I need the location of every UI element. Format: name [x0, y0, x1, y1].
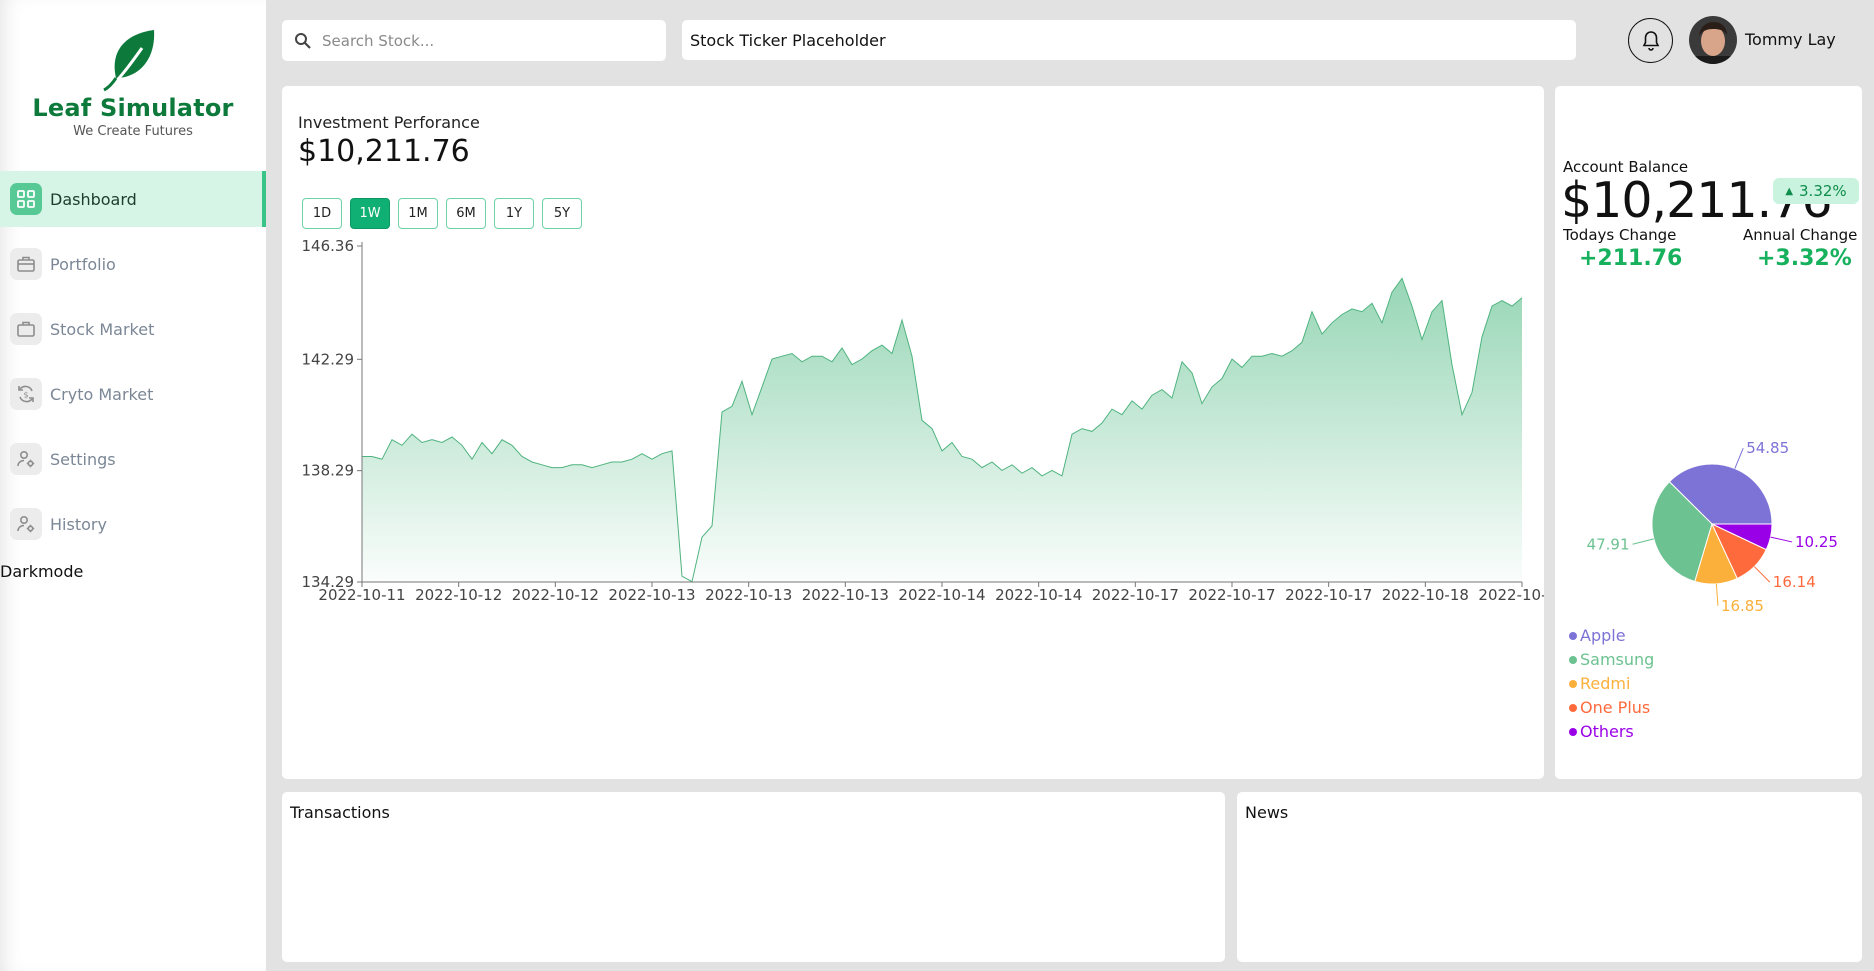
legend-dot [1569, 680, 1577, 688]
pie-leader-line [1734, 447, 1744, 469]
pie-value-label: 16.14 [1773, 573, 1816, 591]
sidebar-item-label: History [50, 514, 107, 534]
user-gear-icon [10, 508, 42, 540]
pie-legend: Apple Samsung Redmi One Plus Others [1569, 624, 1654, 744]
pie-value-label: 47.91 [1587, 535, 1630, 553]
notifications-button[interactable] [1628, 18, 1673, 63]
badge-text: 3.32% [1799, 182, 1847, 200]
investment-performance-card: Investment Perforance $10,211.76 1D 1W 1… [282, 86, 1544, 779]
sidebar-item-label: Portfolio [50, 254, 116, 274]
legend-item: Redmi [1569, 672, 1654, 696]
stock-ticker: Stock Ticker Placeholder [682, 20, 1576, 60]
sidebar-nav: Dashboard Portfolio Stock Market $ Cryto… [0, 171, 266, 561]
legend-label: Others [1580, 722, 1634, 741]
sidebar-item-stock-market[interactable]: Stock Market [0, 301, 266, 357]
x-tick-label: 2022-10-13 [608, 586, 695, 604]
pie-leader-line [1753, 566, 1771, 583]
x-tick-label: 2022-10-18 [1478, 586, 1544, 604]
legend-dot [1569, 704, 1577, 712]
x-tick-label: 2022-10-13 [802, 586, 889, 604]
performance-area-chart: 146.36142.29138.29134.292022-10-11 2022-1… [302, 237, 1545, 604]
grid-icon [10, 183, 42, 215]
sidebar-item-history[interactable]: History [0, 496, 266, 552]
user-name[interactable]: Tommy Lay [1745, 30, 1836, 49]
brand-title: Leaf Simulator [32, 94, 234, 122]
legend-label: Samsung [1580, 650, 1655, 669]
transactions-card: Transactions [282, 792, 1225, 962]
x-tick-label: 2022-10-17 [1092, 586, 1179, 604]
bag-icon [10, 313, 42, 345]
y-tick-label: 142.29 [302, 350, 355, 368]
portfolio-pie-chart: 54.85 47.91 16.85 16.14 10.25 [1587, 439, 1838, 615]
today-change-label: Todays Change [1563, 226, 1677, 244]
x-tick-label: 2022-10-14 [898, 586, 985, 604]
annual-change-label: Annual Change [1743, 226, 1858, 244]
sidebar-item-dashboard[interactable]: Dashboard [0, 171, 266, 227]
briefcase-icon [10, 248, 42, 280]
darkmode-toggle[interactable]: Darkmode [0, 562, 83, 581]
legend-dot [1569, 728, 1577, 736]
exchange-icon: $ [10, 378, 42, 410]
user-gear-icon [10, 443, 42, 475]
balance-change-badge: ▲ 3.32% [1773, 178, 1859, 204]
account-balance-card: Account Balance $10,211.76 ▲ 3.32% Today… [1555, 86, 1862, 779]
legend-label: One Plus [1580, 698, 1651, 717]
x-tick-label: 2022-10-11 [318, 586, 405, 604]
user-photo [1689, 16, 1737, 64]
leaf-icon [103, 30, 155, 92]
pie-leader-line [1715, 583, 1719, 606]
y-tick-label: 146.36 [302, 237, 355, 255]
search-bar[interactable] [282, 20, 666, 61]
avatar[interactable] [1689, 16, 1737, 64]
legend-item: Others [1569, 720, 1654, 744]
sidebar-item-label: Stock Market [50, 319, 155, 339]
today-change-value: +211.76 [1579, 246, 1683, 271]
transactions-title: Transactions [290, 803, 390, 822]
pie-value-label: 10.25 [1795, 533, 1838, 551]
legend-label: Apple [1580, 626, 1626, 645]
legend-item: Samsung [1569, 648, 1654, 672]
legend-item: One Plus [1569, 696, 1654, 720]
brand-subtitle: We Create Futures [73, 124, 193, 139]
sidebar-item-label: Cryto Market [50, 384, 154, 404]
brand-logo[interactable]: Leaf Simulator We Create Futures [0, 28, 266, 139]
sidebar-item-label: Dashboard [50, 189, 137, 209]
sidebar-item-cryto-market[interactable]: $ Cryto Market [0, 366, 266, 422]
news-title: News [1245, 803, 1289, 822]
pie-leader-line [1770, 536, 1793, 543]
x-tick-label: 2022-10-13 [705, 586, 792, 604]
area-fill [362, 278, 1522, 582]
sidebar-item-label: Settings [50, 449, 116, 469]
caret-up-icon: ▲ [1785, 185, 1794, 197]
sidebar-item-portfolio[interactable]: Portfolio [0, 236, 266, 292]
x-tick-label: 2022-10-12 [415, 586, 502, 604]
x-tick-label: 2022-10-12 [512, 586, 599, 604]
annual-change-value: +3.32% [1757, 246, 1852, 271]
x-tick-label: 2022-10-17 [1285, 586, 1372, 604]
legend-dot [1569, 656, 1577, 664]
y-tick-label: 138.29 [302, 462, 355, 480]
sidebar: Leaf Simulator We Create Futures Dashboa… [0, 0, 266, 971]
legend-dot [1569, 632, 1577, 640]
sidebar-item-settings[interactable]: Settings [0, 431, 266, 487]
legend-label: Redmi [1580, 674, 1631, 693]
bell-icon [1642, 30, 1659, 51]
x-tick-label: 2022-10-17 [1188, 586, 1275, 604]
x-tick-label: 2022-10-14 [995, 586, 1082, 604]
pie-value-label: 16.85 [1721, 597, 1764, 615]
x-tick-label: 2022-10-18 [1382, 586, 1469, 604]
legend-item: Apple [1569, 624, 1654, 648]
svg-text:$: $ [24, 391, 29, 400]
pie-value-label: 54.85 [1746, 439, 1789, 457]
search-input[interactable] [322, 31, 642, 50]
pie-leader-line [1632, 538, 1654, 545]
search-icon [295, 32, 311, 49]
news-card: News [1237, 792, 1862, 962]
